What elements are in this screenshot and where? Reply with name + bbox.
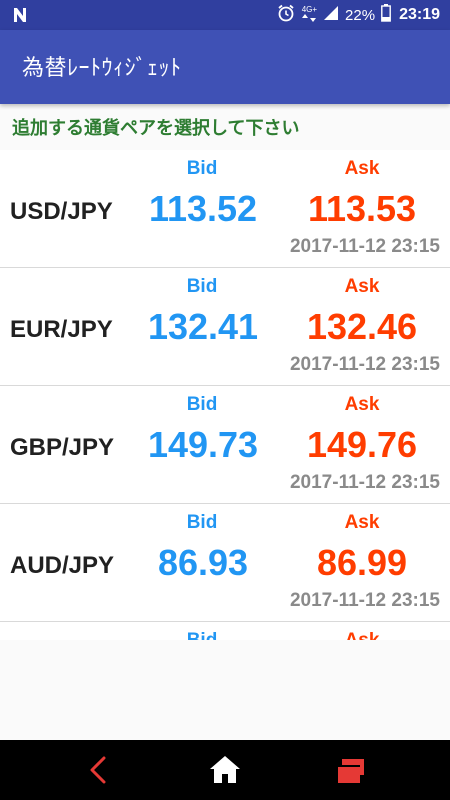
battery-percent: 22% (345, 6, 376, 24)
app-bar: 為替ﾚｰﾄｳｨｼﾞｪｯﾄ (0, 30, 450, 104)
currency-pair-row-eur-jpy[interactable]: Bid Ask EUR/JPY 132.41 132.46 2017-11-12… (0, 268, 450, 386)
back-chevron-icon[interactable] (80, 750, 120, 790)
currency-pair-row-partial[interactable]: Bid Ask (0, 622, 450, 640)
home-icon[interactable] (205, 750, 245, 790)
network-label: 4G+ (301, 5, 318, 14)
bid-value: 113.52 (148, 188, 258, 229)
bid-label: Bid (186, 394, 218, 415)
ask-value: 113.53 (307, 188, 417, 229)
bid-label: Bid (186, 276, 218, 297)
ask-label: Ask (344, 158, 380, 179)
pair-name: GBP/JPY (10, 434, 115, 461)
currency-pair-row-aud-jpy[interactable]: Bid Ask AUD/JPY 86.93 86.99 2017-11-12 2… (0, 504, 450, 622)
pair-name: USD/JPY (10, 198, 113, 225)
currency-pair-row-gbp-jpy[interactable]: Bid Ask GBP/JPY 149.73 149.76 2017-11-12… (0, 386, 450, 504)
ask-value: 86.99 (316, 542, 408, 583)
alarm-icon (276, 3, 296, 27)
pair-name: AUD/JPY (10, 552, 115, 579)
bid-label: Bid (182, 630, 222, 640)
bid-value: 149.73 (147, 424, 259, 465)
ask-label: Ask (344, 394, 380, 415)
ask-label: Ask (340, 630, 384, 640)
pair-name: EUR/JPY (10, 316, 113, 343)
timestamp: 2017-11-12 23:15 (289, 472, 440, 493)
timestamp: 2017-11-12 23:15 (289, 590, 440, 611)
currency-pair-list[interactable]: Bid Ask USD/JPY 113.52 113.53 2017-11-12… (0, 150, 450, 640)
bid-value: 86.93 (157, 542, 249, 583)
instruction-text: 追加する通貨ペアを選択して下さい (12, 118, 300, 138)
ask-value: 149.76 (306, 424, 418, 465)
ask-label: Ask (344, 512, 380, 533)
recent-apps-icon[interactable] (330, 750, 370, 790)
battery-icon (381, 4, 391, 26)
timestamp: 2017-11-12 23:15 (289, 236, 440, 257)
ask-label: Ask (344, 276, 380, 297)
bid-value: 132.41 (147, 306, 259, 347)
ask-value: 132.46 (306, 306, 418, 347)
bid-label: Bid (186, 158, 218, 179)
clock: 23:19 (399, 6, 440, 23)
notification-n-icon (12, 6, 28, 29)
status-bar: 4G+ 22% 23:19 (0, 0, 450, 30)
timestamp: 2017-11-12 23:15 (289, 354, 440, 375)
data-arrows-icon (302, 14, 317, 22)
signal-icon (323, 5, 339, 25)
system-nav-bar (0, 740, 450, 800)
bid-label: Bid (186, 512, 218, 533)
network-indicator: 4G+ (302, 6, 317, 24)
currency-pair-row-usd-jpy[interactable]: Bid Ask USD/JPY 113.52 113.53 2017-11-12… (0, 150, 450, 268)
app-title: 為替ﾚｰﾄｳｨｼﾞｪｯﾄ (22, 55, 182, 80)
